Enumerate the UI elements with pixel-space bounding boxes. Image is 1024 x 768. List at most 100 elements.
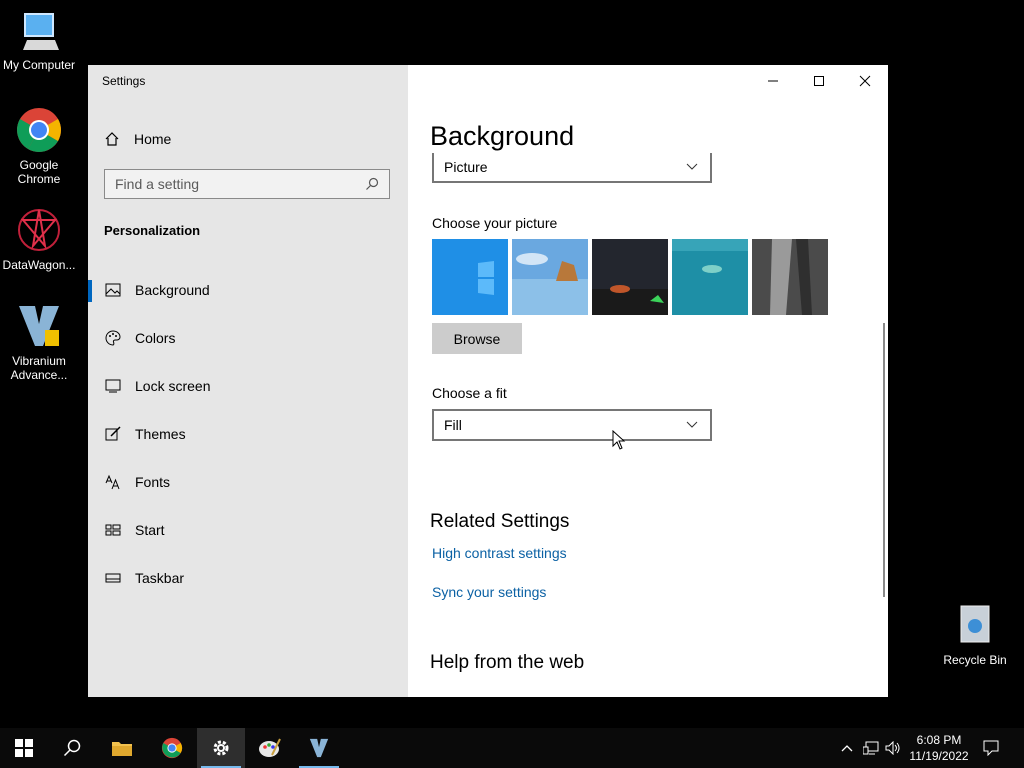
taskbar-clock[interactable]: 6:08 PM 11/19/2022	[906, 732, 972, 764]
sync-settings-link[interactable]: Sync your settings	[432, 584, 546, 600]
section-title: Personalization	[104, 223, 201, 238]
close-button[interactable]	[842, 65, 888, 97]
taskbar-settings[interactable]	[197, 728, 245, 768]
desktop-icon-label: My Computer	[2, 58, 76, 72]
sidebar-item-home[interactable]: Home	[104, 129, 171, 149]
sidebar-item-fonts[interactable]: Fonts	[88, 462, 408, 502]
desktop-icon-datawagon[interactable]: DataWagon...	[0, 206, 78, 272]
file-explorer-icon	[112, 742, 132, 756]
sidebar-item-label: Colors	[135, 330, 176, 346]
sidebar-item-label: Themes	[135, 426, 186, 442]
picture-icon	[105, 282, 121, 298]
tray-overflow[interactable]	[838, 740, 856, 756]
sidebar-item-taskbar[interactable]: Taskbar	[88, 558, 408, 598]
choose-fit-label: Choose a fit	[432, 385, 507, 401]
palette-icon	[105, 330, 121, 346]
sidebar-item-label: Fonts	[135, 474, 171, 490]
dropdown-value: Picture	[444, 159, 488, 175]
page-title: Background	[430, 121, 575, 151]
chevron-up-icon	[841, 745, 853, 752]
sidebar-item-background[interactable]: Background	[88, 270, 408, 310]
search-icon	[366, 177, 379, 190]
start-button[interactable]	[0, 728, 48, 768]
browse-button[interactable]: Browse	[432, 323, 522, 354]
sidebar-item-label: Taskbar	[135, 570, 185, 586]
minimize-button[interactable]	[750, 65, 796, 97]
desktop-icon-label: Recycle Bin	[943, 653, 1007, 667]
settings-gear-icon	[213, 740, 229, 756]
wallpaper-thumbnail-night-sky[interactable]	[592, 239, 668, 315]
taskbar: 6:08 PM 11/19/2022	[0, 728, 1024, 768]
paint-icon	[259, 738, 281, 757]
chrome-icon	[17, 108, 61, 152]
notification-icon	[983, 740, 999, 756]
wallpaper-thumbnail-beach[interactable]	[512, 239, 588, 315]
settings-content: Background Picture Choose your picture B…	[408, 65, 888, 697]
window-title: Settings	[102, 74, 146, 88]
sidebar-item-colors[interactable]: Colors	[88, 318, 408, 358]
desktop-icon-google-chrome[interactable]: Google Chrome	[0, 106, 78, 186]
dropdown-value: Fill	[444, 417, 462, 433]
chrome-icon	[161, 737, 183, 759]
taskbar-file-explorer[interactable]	[98, 728, 146, 768]
high-contrast-link[interactable]: High contrast settings	[432, 545, 567, 561]
taskbar-paint[interactable]	[246, 728, 294, 768]
desktop-icon-label: DataWagon...	[2, 258, 76, 272]
choose-picture-label: Choose your picture	[432, 215, 558, 231]
minimize-icon	[768, 80, 778, 82]
tray-network[interactable]	[862, 740, 880, 756]
taskbar-vibranium[interactable]	[295, 728, 343, 768]
desktop-icon-my-computer[interactable]: My Computer	[0, 10, 78, 72]
tray-volume[interactable]	[884, 740, 902, 756]
desktop-icon-vibranium[interactable]: Vibranium Advance...	[0, 302, 78, 382]
start-icon	[105, 522, 121, 538]
sidebar-item-label: Background	[135, 282, 210, 298]
home-label: Home	[134, 131, 172, 147]
action-center-button[interactable]	[982, 740, 1000, 756]
brush-icon	[105, 426, 121, 442]
clock-date: 11/19/2022	[909, 749, 969, 763]
related-settings-title: Related Settings	[430, 511, 570, 532]
scrollbar[interactable]	[883, 323, 885, 597]
wallpaper-thumbnail-cliff[interactable]	[752, 239, 828, 315]
sidebar-item-themes[interactable]: Themes	[88, 414, 408, 454]
volume-icon	[885, 741, 900, 755]
background-type-dropdown[interactable]: Picture	[432, 153, 712, 183]
search-icon	[63, 739, 81, 757]
network-icon	[863, 741, 879, 755]
settings-sidebar: Settings Home Find a setting Personaliza…	[88, 65, 408, 697]
sidebar-item-lock-screen[interactable]: Lock screen	[88, 366, 408, 406]
wallpaper-thumbnail-windows[interactable]	[432, 239, 508, 315]
clock-time: 6:08 PM	[916, 733, 962, 747]
lock-screen-icon	[105, 378, 121, 394]
vibranium-icon	[309, 738, 329, 758]
search-placeholder: Find a setting	[115, 176, 200, 192]
windows-logo-icon	[15, 739, 33, 757]
sidebar-item-label: Start	[135, 522, 165, 538]
monitor-icon	[23, 13, 59, 50]
close-icon	[859, 75, 871, 87]
maximize-button[interactable]	[796, 65, 842, 97]
search-input[interactable]: Find a setting	[104, 169, 390, 199]
chevron-down-icon	[686, 163, 698, 170]
maximize-icon	[814, 76, 824, 86]
recycle-bin-icon	[960, 605, 990, 643]
taskbar-icon	[105, 570, 121, 586]
settings-window: Settings Home Find a setting Personaliza…	[88, 65, 888, 697]
fit-dropdown[interactable]: Fill	[432, 409, 712, 441]
sidebar-item-start[interactable]: Start	[88, 510, 408, 550]
vibranium-icon	[19, 306, 59, 346]
chevron-down-icon	[686, 421, 698, 428]
wallpaper-thumbnail-underwater[interactable]	[672, 239, 748, 315]
taskbar-search-button[interactable]	[48, 728, 96, 768]
desktop-icon-label: Vibranium Advance...	[10, 354, 68, 382]
sidebar-item-label: Lock screen	[135, 378, 211, 394]
home-icon	[105, 132, 119, 146]
mouse-cursor	[612, 430, 626, 450]
help-web-title: Help from the web	[430, 652, 585, 673]
desktop-icon-recycle-bin[interactable]: Recycle Bin	[938, 600, 1012, 667]
taskbar-chrome[interactable]	[148, 728, 196, 768]
fonts-icon	[105, 474, 121, 490]
datawagon-icon	[18, 209, 60, 251]
desktop-icon-label: Google Chrome	[17, 158, 61, 186]
